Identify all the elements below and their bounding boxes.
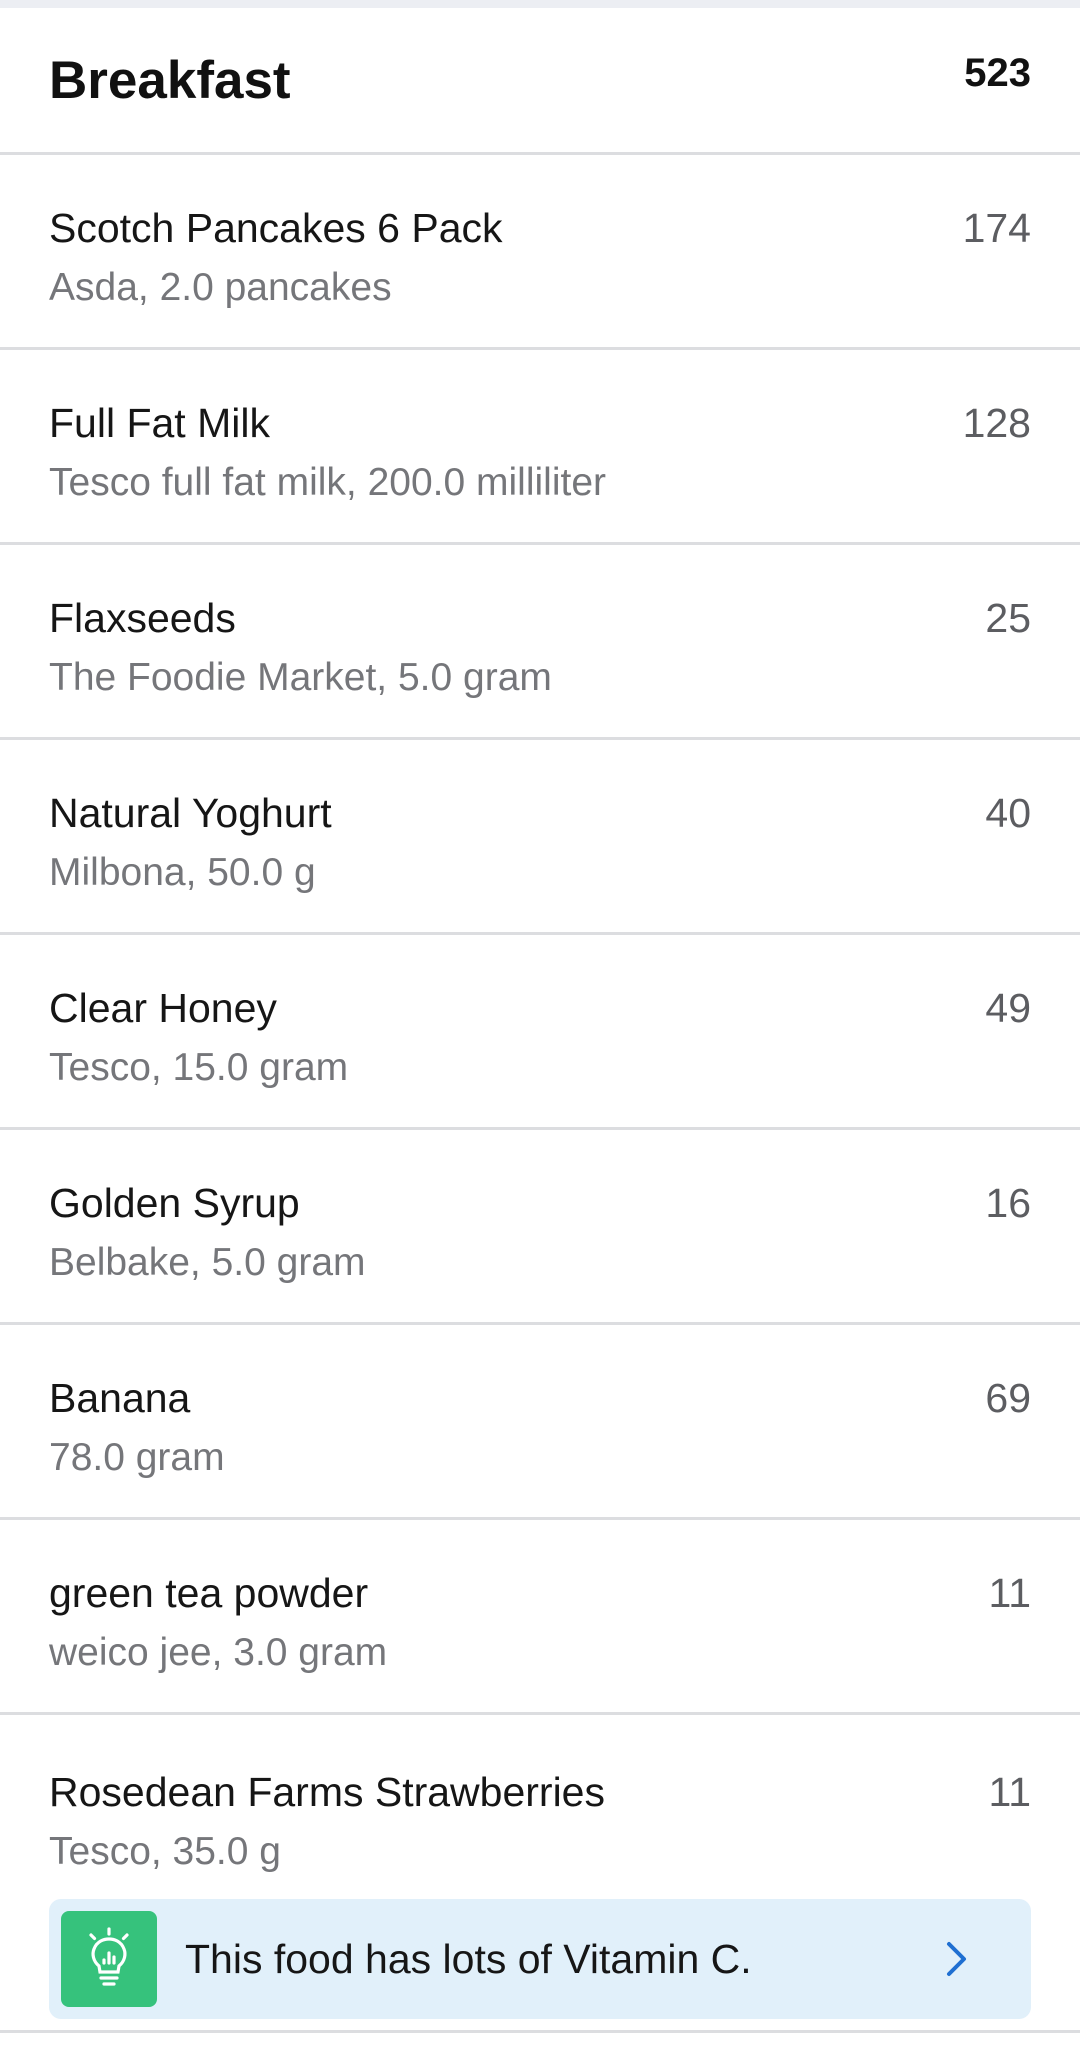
food-calories: 25 <box>985 595 1031 641</box>
food-row[interactable]: Flaxseeds The Foodie Market, 5.0 gram 25 <box>0 545 1080 740</box>
food-calories: 49 <box>985 985 1031 1031</box>
food-detail: Asda, 2.0 pancakes <box>49 266 392 309</box>
food-calories: 69 <box>985 1375 1031 1421</box>
food-detail: Milbona, 50.0 g <box>49 851 316 894</box>
food-calories: 11 <box>988 1570 1031 1616</box>
food-name: Full Fat Milk <box>49 400 270 446</box>
lightbulb-chart-icon <box>61 1911 157 2007</box>
food-name: green tea powder <box>49 1570 369 1616</box>
food-detail: Belbake, 5.0 gram <box>49 1241 366 1284</box>
food-calories: 16 <box>985 1180 1031 1226</box>
meal-total-calories: 523 <box>964 50 1031 95</box>
meal-header: Breakfast 523 <box>0 8 1080 155</box>
food-name: Clear Honey <box>49 985 277 1031</box>
food-detail: Tesco, 35.0 g <box>49 1830 281 1873</box>
food-row[interactable]: Banana 78.0 gram 69 <box>0 1325 1080 1520</box>
food-row[interactable]: green tea powder weico jee, 3.0 gram 11 <box>0 1520 1080 1715</box>
food-detail: Tesco, 15.0 gram <box>49 1046 349 1089</box>
food-name: Rosedean Farms Strawberries <box>49 1769 605 1815</box>
food-detail: 78.0 gram <box>49 1436 225 1479</box>
food-calories: 128 <box>962 400 1031 446</box>
chevron-right-icon[interactable] <box>935 1937 979 1981</box>
food-name: Scotch Pancakes 6 Pack <box>49 205 503 251</box>
food-detail: Tesco full fat milk, 200.0 milliliter <box>49 461 607 504</box>
insight-container: This food has lots of Vitamin C. <box>0 1877 1080 2033</box>
food-name: Natural Yoghurt <box>49 790 332 836</box>
food-row[interactable]: Scotch Pancakes 6 Pack Asda, 2.0 pancake… <box>0 155 1080 350</box>
food-calories: 174 <box>962 205 1031 251</box>
meal-title: Breakfast <box>49 50 291 110</box>
food-calories: 40 <box>985 790 1031 836</box>
food-detail: weico jee, 3.0 gram <box>49 1631 388 1674</box>
food-row[interactable]: Golden Syrup Belbake, 5.0 gram 16 <box>0 1130 1080 1325</box>
food-row[interactable]: Full Fat Milk Tesco full fat milk, 200.0… <box>0 350 1080 545</box>
insight-text: This food has lots of Vitamin C. <box>185 1935 752 1982</box>
food-row[interactable]: Clear Honey Tesco, 15.0 gram 49 <box>0 935 1080 1130</box>
top-strip <box>0 0 1080 8</box>
food-calories: 11 <box>988 1769 1031 1815</box>
nutrient-insight-banner[interactable]: This food has lots of Vitamin C. <box>49 1899 1031 2019</box>
food-name: Flaxseeds <box>49 595 236 641</box>
food-row[interactable]: Rosedean Farms Strawberries Tesco, 35.0 … <box>0 1715 1080 1877</box>
food-detail: The Foodie Market, 5.0 gram <box>49 656 552 699</box>
food-name: Golden Syrup <box>49 1180 300 1226</box>
food-name: Banana <box>49 1375 191 1421</box>
food-row[interactable]: Natural Yoghurt Milbona, 50.0 g 40 <box>0 740 1080 935</box>
